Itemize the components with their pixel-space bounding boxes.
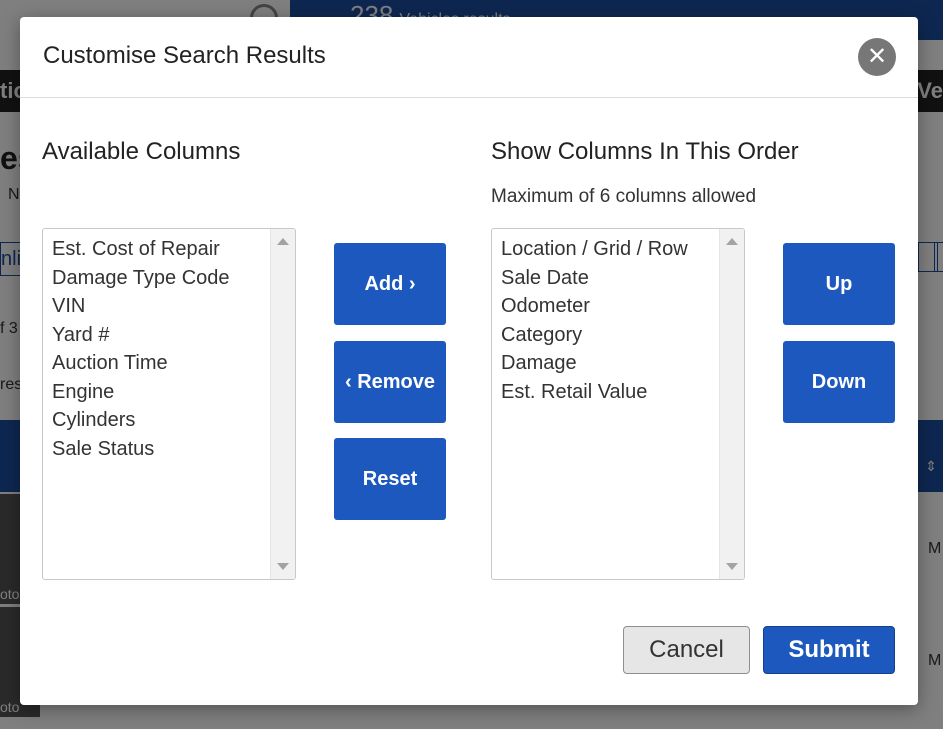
selected-columns-list[interactable]: Location / Grid / Row Sale Date Odometer… (491, 228, 745, 580)
list-item[interactable]: VIN (52, 292, 269, 321)
add-button[interactable]: Add › (334, 243, 446, 325)
list-item[interactable]: Auction Time (52, 349, 269, 378)
remove-button[interactable]: ‹ Remove (334, 341, 446, 423)
customise-search-results-dialog: Customise Search Results ✕ Available Col… (20, 17, 918, 705)
list-item[interactable]: Yard # (52, 321, 269, 350)
close-icon[interactable]: ✕ (858, 38, 896, 76)
list-item[interactable]: Est. Cost of Repair (52, 235, 269, 264)
move-up-button[interactable]: Up (783, 243, 895, 325)
list-item[interactable]: Sale Date (501, 264, 718, 293)
available-columns-list[interactable]: Est. Cost of Repair Damage Type Code VIN… (42, 228, 296, 580)
modal-header: Customise Search Results ✕ (20, 17, 918, 98)
list-item[interactable]: Est. Retail Value (501, 378, 718, 407)
selected-columns-title: Show Columns In This Order (491, 138, 799, 165)
move-down-button[interactable]: Down (783, 341, 895, 423)
list-item[interactable]: Sale Status (52, 435, 269, 464)
scroll-up-arrow-icon[interactable] (726, 238, 738, 245)
list-item[interactable]: Cylinders (52, 406, 269, 435)
list-item[interactable]: Odometer (501, 292, 718, 321)
list-item[interactable]: Category (501, 321, 718, 350)
available-columns-items: Est. Cost of Repair Damage Type Code VIN… (52, 235, 269, 463)
scrollbar[interactable] (270, 229, 295, 579)
scroll-up-arrow-icon[interactable] (277, 238, 289, 245)
submit-button[interactable]: Submit (763, 626, 895, 674)
list-item[interactable]: Damage (501, 349, 718, 378)
selected-columns-items: Location / Grid / Row Sale Date Odometer… (501, 235, 718, 406)
list-item[interactable]: Engine (52, 378, 269, 407)
scroll-down-arrow-icon[interactable] (726, 563, 738, 570)
scroll-down-arrow-icon[interactable] (277, 563, 289, 570)
scrollbar[interactable] (719, 229, 744, 579)
list-item[interactable]: Location / Grid / Row (501, 235, 718, 264)
max-columns-note: Maximum of 6 columns allowed (491, 186, 757, 207)
available-columns-title: Available Columns (42, 138, 241, 165)
modal-title: Customise Search Results (43, 42, 326, 69)
list-item[interactable]: Damage Type Code (52, 264, 269, 293)
reset-button[interactable]: Reset (334, 438, 446, 520)
cancel-button[interactable]: Cancel (623, 626, 750, 674)
